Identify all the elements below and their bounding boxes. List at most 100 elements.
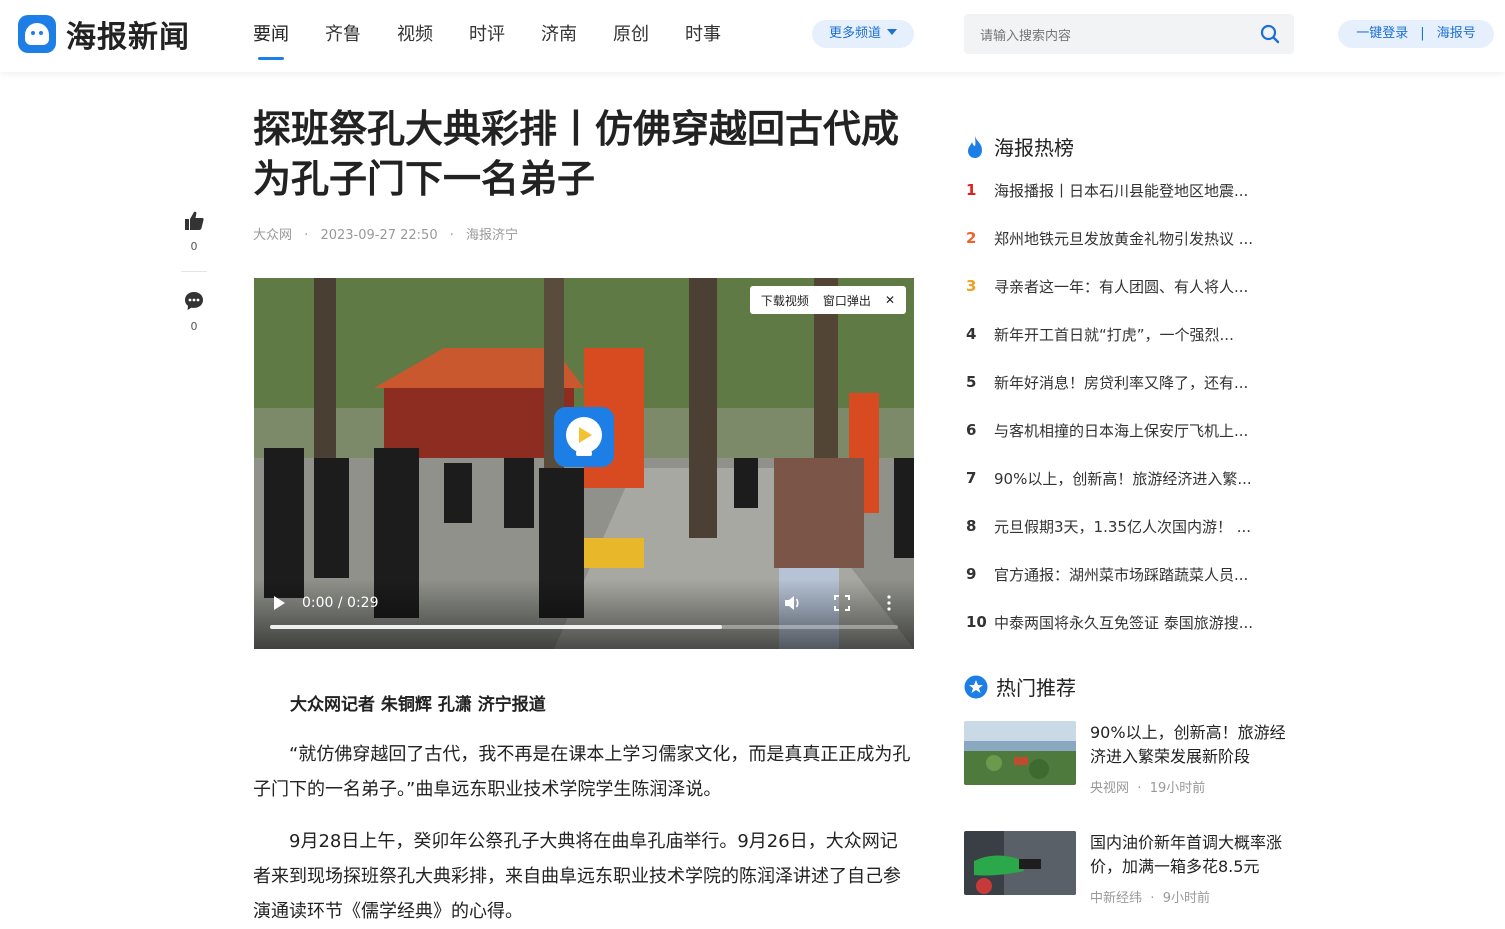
player-logo-icon[interactable]: [554, 407, 614, 467]
fullscreen-icon[interactable]: [834, 595, 850, 611]
meta-dot: ·: [1133, 781, 1146, 796]
video-controls: 0:00 / 0:29: [254, 579, 914, 649]
article-title: 探班祭孔大典彩排丨仿佛穿越回古代成为孔子门下一名弟子: [253, 107, 900, 201]
hot-item-title[interactable]: 中泰两国将永久互免签证 泰国旅游搜...: [994, 612, 1270, 633]
comment-icon: [185, 292, 203, 310]
hot-item-title[interactable]: 新年好消息！房贷利率又降了，还有...: [994, 372, 1270, 393]
rank-number: 6: [966, 421, 977, 439]
hot-rank-item[interactable]: 2 郑州地铁元旦发放黄金礼物引发热议 ...: [966, 214, 1276, 262]
article-paragraph: “就仿佛穿越回了古代，我不再是在课本上学习儒家文化，而是真真正正成为孔子门下的一…: [253, 744, 911, 800]
close-icon[interactable]: ✕: [878, 293, 902, 307]
hot-item-title[interactable]: 新年开工首日就“打虎”，一个强烈...: [994, 324, 1270, 345]
hot-item-title[interactable]: 郑州地铁元旦发放黄金礼物引发热议 ...: [994, 228, 1270, 249]
hot-item-title[interactable]: 与客机相撞的日本海上保安厅飞机上...: [994, 420, 1270, 441]
rank-number: 1: [966, 181, 977, 199]
article-source[interactable]: 大众网: [253, 228, 292, 243]
play-icon[interactable]: [272, 595, 286, 611]
recommend-item-meta: 中新经纬 · 9小时前: [1090, 887, 1210, 906]
popup-window-button[interactable]: 窗口弹出: [816, 292, 878, 309]
hot-rank-item[interactable]: 4 新年开工首日就“打虎”，一个强烈...: [966, 310, 1276, 358]
recommend-item-title[interactable]: 90%以上，创新高！旅游经济进入繁荣发展新阶段: [1090, 721, 1290, 769]
meta-dot: ·: [1146, 891, 1159, 906]
video-progress-fill: [270, 625, 723, 629]
hot-rank-list: 1 海报播报丨日本石川县能登地区地震... 2 郑州地铁元旦发放黄金礼物引发热议 .…: [966, 166, 1276, 646]
nav-item-jinan[interactable]: 济南: [541, 0, 577, 72]
rank-number: 3: [966, 277, 977, 295]
article-paragraph: 9月28日上午，癸卯年公祭孔子大典将在曲阜孔庙举行。9月26日，大众网记者来到现…: [253, 831, 901, 922]
download-video-button[interactable]: 下载视频: [754, 292, 816, 309]
nav-item-video[interactable]: 视频: [397, 0, 433, 72]
hot-rank-header: 海报热榜: [964, 132, 1074, 161]
meta-dot: ·: [449, 228, 454, 243]
rank-number: 9: [966, 565, 977, 583]
caret-down-icon: [887, 29, 897, 35]
hot-item-title[interactable]: 90%以上，创新高！旅游经济进入繁...: [994, 468, 1270, 489]
hot-rank-title: 海报热榜: [994, 136, 1074, 160]
login-button[interactable]: 一键登录: [1356, 20, 1408, 48]
hot-rank-item[interactable]: 8 元旦假期3天，1.35亿人次国内游！ ...: [966, 502, 1276, 550]
recommend-header: 热门推荐: [964, 672, 1076, 701]
rank-number: 4: [966, 325, 977, 343]
nav-item-original[interactable]: 原创: [613, 0, 649, 72]
article-meta: 大众网 · 2023-09-27 22:50 · 海报济宁: [253, 224, 526, 243]
main-nav: 要闻 齐鲁 视频 时评 济南 原创 时事: [253, 0, 757, 72]
rank-number: 10: [966, 613, 987, 631]
hot-rank-item[interactable]: 10 中泰两国将永久互免签证 泰国旅游搜...: [966, 598, 1276, 646]
recommend-time: 9小时前: [1162, 891, 1210, 906]
hot-item-title[interactable]: 元旦假期3天，1.35亿人次国内游！ ...: [994, 516, 1270, 537]
search-box: [964, 14, 1294, 54]
nav-item-qilu[interactable]: 齐鲁: [325, 0, 361, 72]
hot-rank-item[interactable]: 9 官方通报：湖州菜市场踩踏蔬菜人员...: [966, 550, 1276, 598]
nav-item-commentary[interactable]: 时评: [469, 0, 505, 72]
hot-rank-item[interactable]: 7 90%以上，创新高！旅游经济进入繁...: [966, 454, 1276, 502]
logo-text: 海报新闻: [66, 20, 190, 55]
divider: [181, 271, 207, 272]
search-input[interactable]: [978, 24, 1252, 46]
video-player[interactable]: 下载视频 窗口弹出 ✕ 0:00 / 0:29: [254, 278, 914, 649]
recommend-item[interactable]: 国内油价新年首调大概率涨价，加满一箱多花8.5元 中新经纬 · 9小时前: [964, 831, 1294, 906]
flame-icon: [968, 135, 982, 158]
article-byline: 大众网记者 朱铜辉 孔潇 济宁报道: [290, 695, 546, 715]
hot-rank-item[interactable]: 3 寻亲者这一年：有人团圆、有人将人...: [966, 262, 1276, 310]
hot-item-title[interactable]: 寻亲者这一年：有人团圆、有人将人...: [994, 276, 1270, 297]
nav-item-headlines[interactable]: 要闻: [253, 0, 289, 72]
recommend-thumbnail[interactable]: [964, 721, 1076, 785]
more-channels-button[interactable]: 更多频道: [812, 20, 914, 48]
comment-button[interactable]: 0: [180, 290, 208, 333]
video-time: 0:00 / 0:29: [302, 595, 379, 611]
hot-rank-item[interactable]: 5 新年好消息！房贷利率又降了，还有...: [966, 358, 1276, 406]
article-channel[interactable]: 海报济宁: [466, 228, 518, 243]
rank-number: 7: [966, 469, 977, 487]
nav-item-current-affairs[interactable]: 时事: [685, 0, 721, 72]
like-button[interactable]: 0: [180, 210, 208, 253]
side-actions: 0 0: [180, 210, 208, 333]
star-icon: [964, 675, 988, 698]
video-progress-bar[interactable]: [270, 625, 898, 629]
recommend-item[interactable]: 90%以上，创新高！旅游经济进入繁荣发展新阶段 央视网 · 19小时前: [964, 721, 1294, 796]
recommend-source: 中新经纬: [1090, 891, 1143, 906]
search-icon[interactable]: [1260, 24, 1280, 44]
hot-item-title[interactable]: 海报播报丨日本石川县能登地区地震...: [994, 180, 1270, 201]
meta-dot: ·: [304, 228, 309, 243]
recommend-title: 热门推荐: [996, 676, 1076, 700]
more-options-icon[interactable]: [886, 595, 892, 611]
hot-rank-item[interactable]: 1 海报播报丨日本石川县能登地区地震...: [966, 166, 1276, 214]
recommend-source: 央视网: [1090, 781, 1130, 796]
top-header: 海报新闻 要闻 齐鲁 视频 时评 济南 原创 时事 更多频道 一键登录 | 海报…: [0, 0, 1505, 72]
site-logo[interactable]: 海报新闻: [18, 14, 190, 55]
rank-number: 8: [966, 517, 977, 535]
hot-rank-item[interactable]: 6 与客机相撞的日本海上保安厅飞机上...: [966, 406, 1276, 454]
rank-number: 2: [966, 229, 977, 247]
comment-count: 0: [190, 320, 198, 333]
hot-item-title[interactable]: 官方通报：湖州菜市场踩踏蔬菜人员...: [994, 564, 1270, 585]
divider: |: [1420, 26, 1425, 41]
volume-icon[interactable]: [784, 595, 802, 611]
recommend-thumbnail[interactable]: [964, 831, 1076, 895]
logo-mascot-icon: [18, 15, 56, 53]
video-tool-box: 下载视频 窗口弹出 ✕: [749, 286, 906, 314]
recommend-item-title[interactable]: 国内油价新年首调大概率涨价，加满一箱多花8.5元: [1090, 831, 1290, 879]
account-button[interactable]: 海报号: [1437, 20, 1476, 48]
thumbs-up-icon: [185, 211, 204, 230]
recommend-item-meta: 央视网 · 19小时前: [1090, 777, 1205, 796]
more-channels-label: 更多频道: [828, 26, 881, 41]
